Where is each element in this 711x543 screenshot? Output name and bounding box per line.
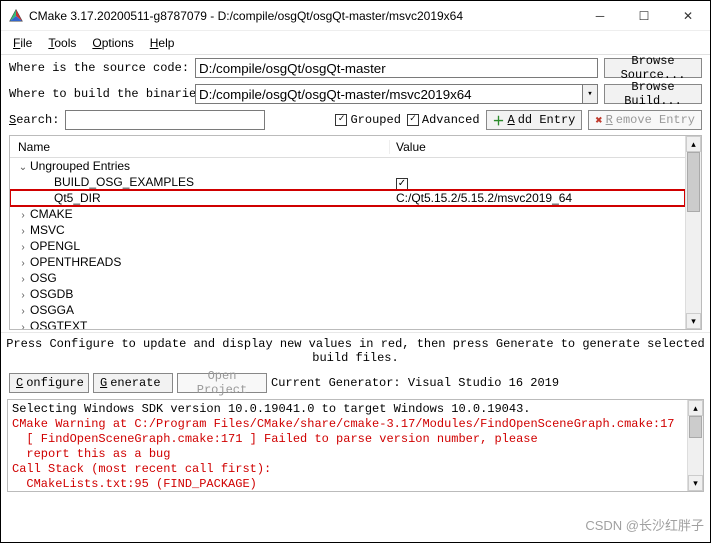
scroll-thumb[interactable] — [689, 416, 702, 438]
close-button[interactable]: ✕ — [666, 2, 710, 30]
open-project-button[interactable]: Open Project — [177, 373, 267, 393]
entry-name: Ungrouped Entries — [30, 159, 130, 173]
source-path-input[interactable] — [195, 58, 598, 78]
current-generator: Current Generator: Visual Studio 16 2019 — [271, 376, 559, 390]
col-value[interactable]: Value — [390, 140, 685, 154]
value-checkbox[interactable]: ✓ — [396, 178, 408, 190]
entry-name: OPENTHREADS — [30, 255, 121, 269]
table-row[interactable]: ›OPENTHREADS — [10, 254, 685, 270]
window-title: CMake 3.17.20200511-g8787079 - D:/compil… — [29, 9, 578, 23]
chevron-right-icon[interactable]: › — [18, 226, 28, 237]
col-name[interactable]: Name — [10, 140, 390, 154]
menu-file[interactable]: File — [7, 34, 38, 52]
grouped-checkbox[interactable]: ✓Grouped — [335, 113, 400, 127]
entry-name: CMAKE — [30, 207, 73, 221]
watermark: CSDN @长沙红胖子 — [585, 515, 704, 534]
chevron-right-icon[interactable]: › — [18, 274, 28, 285]
table-row[interactable]: ›OSGGA — [10, 302, 685, 318]
entry-name: BUILD_OSG_EXAMPLES — [54, 175, 194, 189]
entry-name: OSGGA — [30, 303, 74, 317]
entry-name: OSGTEXT — [30, 319, 87, 329]
table-row[interactable]: ›CMAKE — [10, 206, 685, 222]
search-input[interactable] — [65, 110, 265, 130]
chevron-right-icon[interactable]: › — [18, 258, 28, 269]
log-text[interactable]: Selecting Windows SDK version 10.0.19041… — [8, 400, 687, 491]
scroll-up-icon[interactable]: ▴ — [686, 136, 701, 152]
build-label: Where to build the binaries: — [9, 87, 189, 101]
build-path-dropdown[interactable]: ▾ — [582, 84, 598, 104]
table-row[interactable]: ›OSGTEXT — [10, 318, 685, 329]
chevron-right-icon[interactable]: › — [18, 290, 28, 301]
browse-build-button[interactable]: Browse Build... — [604, 84, 702, 104]
entry-name: MSVC — [30, 223, 65, 237]
table-row[interactable]: ⌄Ungrouped Entries — [10, 158, 685, 174]
hint-text: Press Configure to update and display ne… — [1, 332, 710, 369]
table-row[interactable]: BUILD_OSG_EXAMPLES ✓ — [10, 174, 685, 190]
remove-entry-button[interactable]: ✖Remove Entry — [588, 110, 702, 130]
chevron-right-icon[interactable]: › — [18, 210, 28, 221]
scroll-up-icon[interactable]: ▴ — [688, 400, 703, 416]
menu-tools[interactable]: Tools — [42, 34, 82, 52]
browse-source-button[interactable]: Browse Source... — [604, 58, 702, 78]
scroll-down-icon[interactable]: ▾ — [688, 475, 703, 491]
table-row[interactable]: ›OPENGL — [10, 238, 685, 254]
generate-button[interactable]: Generate — [93, 373, 173, 393]
chevron-right-icon[interactable]: › — [18, 242, 28, 253]
cache-table: Name Value ⌄Ungrouped EntriesBUILD_OSG_E… — [9, 135, 702, 330]
configure-button[interactable]: Configure — [9, 373, 89, 393]
plus-icon: ＋ — [493, 112, 505, 129]
menubar: File Tools Options Help — [1, 31, 710, 55]
log-scrollbar[interactable]: ▴ ▾ — [687, 400, 703, 491]
entry-name: OSG — [30, 271, 57, 285]
source-label: Where is the source code: — [9, 61, 189, 75]
chevron-right-icon[interactable]: › — [18, 306, 28, 317]
menu-options[interactable]: Options — [86, 34, 139, 52]
chevron-down-icon[interactable]: ⌄ — [18, 162, 28, 173]
add-entry-button[interactable]: ＋Add Entry — [486, 110, 583, 130]
value-text[interactable]: C:/Qt5.15.2/5.15.2/msvc2019_64 — [396, 191, 572, 205]
search-label: Search: — [9, 113, 59, 127]
app-logo-icon — [9, 9, 23, 23]
chevron-right-icon[interactable]: › — [18, 322, 28, 329]
menu-help[interactable]: Help — [144, 34, 181, 52]
entry-name: OPENGL — [30, 239, 80, 253]
table-scrollbar[interactable]: ▴ ▾ — [685, 136, 701, 329]
scroll-down-icon[interactable]: ▾ — [686, 313, 701, 329]
titlebar: CMake 3.17.20200511-g8787079 - D:/compil… — [1, 1, 710, 31]
output-log: Selecting Windows SDK version 10.0.19041… — [7, 399, 704, 492]
advanced-checkbox[interactable]: ✓Advanced — [407, 113, 480, 127]
remove-icon: ✖ — [595, 113, 602, 128]
build-path-input[interactable] — [195, 84, 582, 104]
minimize-button[interactable]: ─ — [578, 2, 622, 30]
table-row[interactable]: ›OSGDB — [10, 286, 685, 302]
entry-name: OSGDB — [30, 287, 73, 301]
entry-name: Qt5_DIR — [54, 191, 101, 205]
scroll-thumb[interactable] — [687, 152, 700, 212]
maximize-button[interactable]: ☐ — [622, 2, 666, 30]
table-row[interactable]: ›OSG — [10, 270, 685, 286]
table-row[interactable]: ›MSVC — [10, 222, 685, 238]
table-row[interactable]: Qt5_DIR C:/Qt5.15.2/5.15.2/msvc2019_64 — [10, 190, 685, 206]
